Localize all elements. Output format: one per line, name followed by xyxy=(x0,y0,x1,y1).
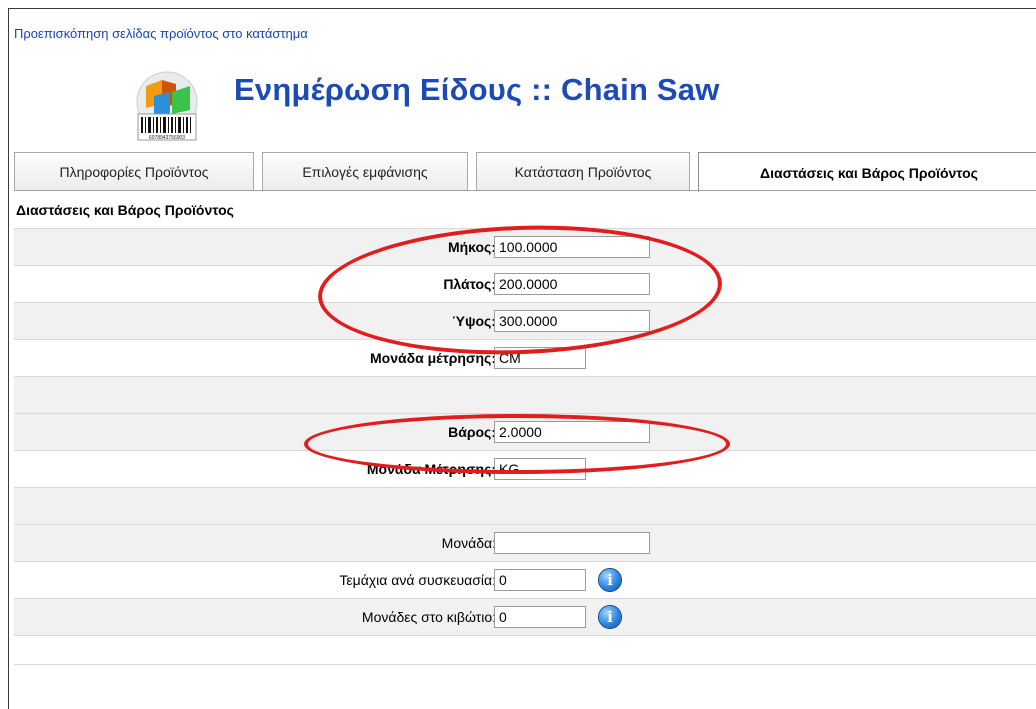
form-row-weight-unit: Μονάδα Μέτρησης: xyxy=(14,451,1036,488)
product-barcode-logo: 6078943756903 xyxy=(132,70,202,144)
length-label: Μήκος: xyxy=(447,239,496,255)
length-input[interactable] xyxy=(494,236,650,258)
dimension-unit-label: Μονάδα μέτρησης: xyxy=(369,350,496,366)
section-title: Διαστάσεις και Βάρος Προϊόντος xyxy=(16,202,234,218)
tab-display-options[interactable]: Επιλογές εμφάνισης xyxy=(262,152,468,190)
dimensions-form: Μήκος: Πλάτος: Ύψος: Μονάδα μέτρησης: Βά… xyxy=(14,228,1036,665)
tab-product-status[interactable]: Κατάσταση Προϊόντος xyxy=(476,152,690,190)
units-per-box-label: Μονάδες στο κιβώτιο: xyxy=(361,609,496,625)
store-preview-link[interactable]: Προεπισκόπηση σελίδας προϊόντος στο κατά… xyxy=(14,26,308,41)
info-icon[interactable]: i xyxy=(599,569,621,591)
form-row-weight: Βάρος: xyxy=(14,414,1036,451)
height-input[interactable] xyxy=(494,310,650,332)
form-row-length: Μήκος: xyxy=(14,228,1036,266)
form-row-dimension-unit: Μονάδα μέτρησης: xyxy=(14,340,1036,377)
info-icon[interactable]: i xyxy=(599,606,621,628)
weight-unit-label: Μονάδα Μέτρησης: xyxy=(366,461,496,477)
form-row-units-per-box: Μονάδες στο κιβώτιο: i xyxy=(14,599,1036,636)
unit-input[interactable] xyxy=(494,532,650,554)
form-row-unit: Μονάδα: xyxy=(14,525,1036,562)
unit-label: Μονάδα: xyxy=(441,535,496,551)
dimension-unit-input[interactable] xyxy=(494,347,586,369)
form-row-spacer xyxy=(14,377,1036,414)
form-row-width: Πλάτος: xyxy=(14,266,1036,303)
height-label: Ύψος: xyxy=(451,313,496,329)
form-row-footer xyxy=(14,636,1036,665)
weight-input[interactable] xyxy=(494,421,650,443)
weight-label: Βάρος: xyxy=(448,424,496,440)
form-row-spacer xyxy=(14,488,1036,525)
pieces-per-pack-input[interactable] xyxy=(494,569,586,591)
form-row-height: Ύψος: xyxy=(14,303,1036,340)
form-row-pieces-per-pack: Τεμάχια ανά συσκευασία: i xyxy=(14,562,1036,599)
tab-divider xyxy=(14,190,1036,191)
tab-dimensions-weight[interactable]: Διαστάσεις και Βάρος Προϊόντος xyxy=(698,152,1036,192)
weight-unit-input[interactable] xyxy=(494,458,586,480)
tab-product-info[interactable]: Πληροφορίες Προϊόντος xyxy=(14,152,254,190)
svg-text:6078943756903: 6078943756903 xyxy=(149,135,185,141)
page-title: Ενημέρωση Είδους :: Chain Saw xyxy=(234,72,720,107)
width-input[interactable] xyxy=(494,273,650,295)
pieces-per-pack-label: Τεμάχια ανά συσκευασία: xyxy=(339,572,496,588)
width-label: Πλάτος: xyxy=(443,276,496,292)
units-per-box-input[interactable] xyxy=(494,606,586,628)
